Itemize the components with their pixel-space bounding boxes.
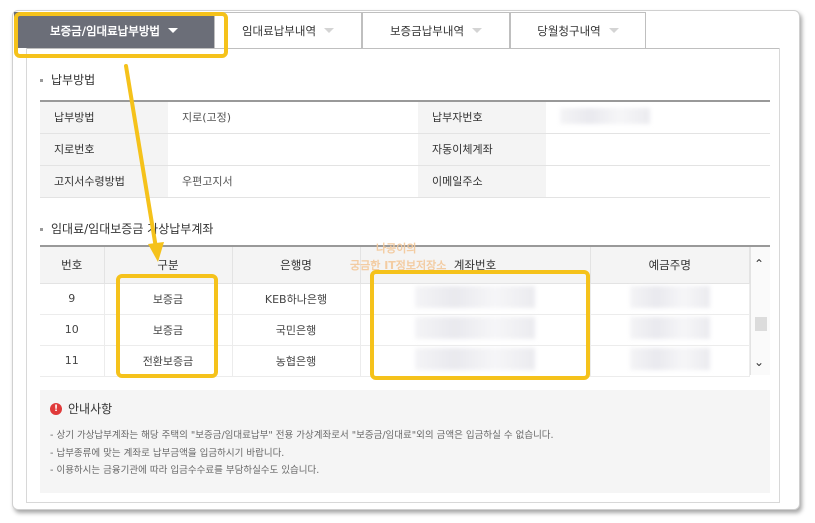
arrow-icon xyxy=(124,64,164,262)
